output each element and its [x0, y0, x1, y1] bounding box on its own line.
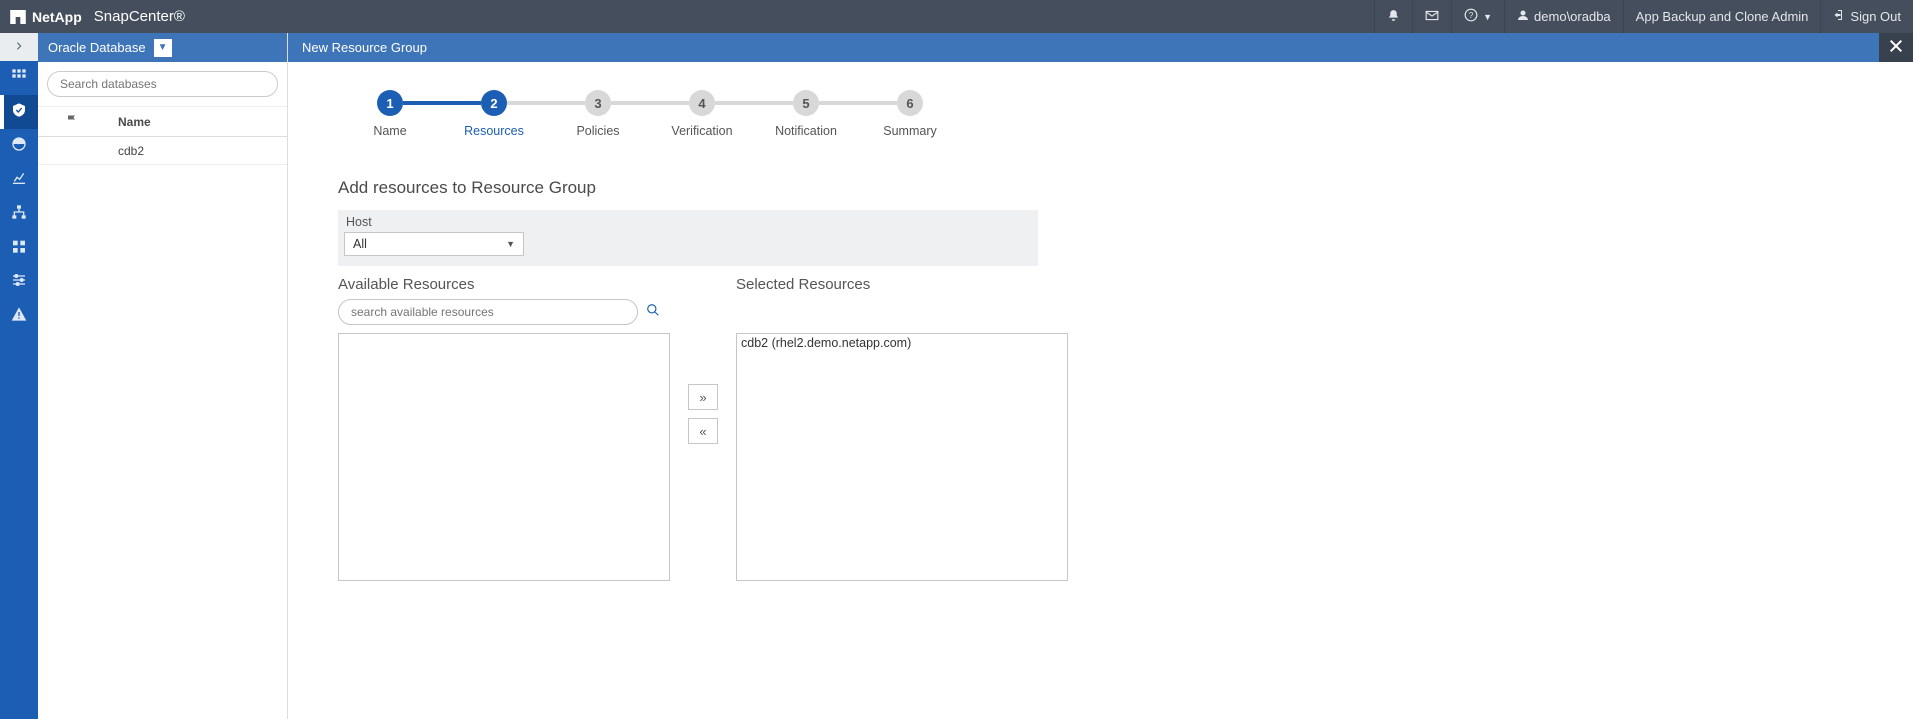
section-title: Add resources to Resource Group — [338, 178, 1863, 198]
step-number: 6 — [897, 90, 923, 116]
host-selected-value: All — [353, 237, 367, 251]
host-filter-bar: Host All ▼ — [338, 210, 1038, 266]
help-icon: ? — [1464, 8, 1478, 25]
wizard-step-notification[interactable]: 5 Notification — [754, 90, 858, 138]
notifications-button[interactable] — [1374, 0, 1412, 33]
product-name: SnapCenter® — [94, 8, 185, 25]
host-select[interactable]: All ▼ — [344, 232, 524, 256]
step-label: Name — [373, 124, 406, 138]
wizard-step-policies[interactable]: 3 Policies — [546, 90, 650, 138]
role-label: App Backup and Clone Admin — [1636, 9, 1809, 24]
sign-out-icon — [1833, 9, 1845, 24]
selected-listbox[interactable]: cdb2 (rhel2.demo.netapp.com) — [736, 333, 1068, 581]
role-label-area[interactable]: App Backup and Clone Admin — [1623, 0, 1821, 33]
content-title: New Resource Group — [302, 40, 427, 55]
sliders-icon — [11, 272, 27, 293]
resource-side-panel: Oracle Database ▼ Name cdb2 — [38, 33, 288, 719]
storage-icon — [11, 238, 27, 259]
step-number: 3 — [585, 90, 611, 116]
wizard-step-resources[interactable]: 2 Resources — [442, 90, 546, 138]
svg-text:?: ? — [1469, 11, 1474, 20]
step-number: 2 — [481, 90, 507, 116]
rail-storage[interactable] — [0, 231, 38, 265]
bell-icon — [1387, 9, 1400, 25]
step-label: Verification — [671, 124, 732, 138]
mail-icon — [1425, 9, 1439, 24]
available-search-input[interactable] — [338, 299, 638, 325]
step-number: 5 — [793, 90, 819, 116]
available-listbox[interactable] — [338, 333, 670, 581]
warning-icon — [11, 306, 27, 327]
wizard-steps: 1 Name 2 Resources 3 Policies 4 Verifica… — [338, 90, 1863, 138]
rail-expand-button[interactable] — [0, 33, 38, 61]
sort-icon[interactable] — [48, 114, 60, 129]
sign-out-label: Sign Out — [1850, 9, 1901, 24]
database-list-header: Name — [38, 107, 287, 137]
grid-icon — [11, 68, 27, 89]
step-label: Summary — [883, 124, 936, 138]
plugin-selector-header: Oracle Database ▼ — [38, 33, 287, 62]
caret-down-icon: ▼ — [1483, 12, 1492, 22]
help-menu[interactable]: ? ▼ — [1451, 0, 1504, 33]
selected-column: Selected Resources cdb2 (rhel2.demo.neta… — [736, 276, 1068, 581]
transfer-buttons: » « — [688, 384, 718, 444]
netapp-logo-icon — [10, 10, 26, 24]
rail-settings[interactable] — [0, 265, 38, 299]
plugin-label: Oracle Database — [48, 40, 146, 55]
move-right-button[interactable]: » — [688, 384, 718, 410]
caret-down-icon: ▼ — [158, 42, 168, 53]
content-header: New Resource Group — [288, 33, 1913, 62]
available-title: Available Resources — [338, 276, 670, 293]
wizard-step-verification[interactable]: 4 Verification — [650, 90, 754, 138]
step-number: 4 — [689, 90, 715, 116]
database-row-name: cdb2 — [106, 144, 144, 158]
app-header: NetApp SnapCenter® ? ▼ demo\oradba App B… — [0, 0, 1913, 33]
chevron-right-icon — [14, 38, 24, 56]
search-icon[interactable] — [646, 303, 660, 322]
move-left-button[interactable]: « — [688, 418, 718, 444]
available-column: Available Resources — [338, 276, 670, 581]
plugin-dropdown-button[interactable]: ▼ — [154, 39, 172, 57]
caret-down-icon: ▼ — [506, 239, 515, 249]
user-icon — [1517, 9, 1529, 24]
name-column-header[interactable]: Name — [106, 115, 151, 129]
rail-resources[interactable] — [0, 95, 38, 129]
shield-check-icon — [11, 102, 27, 123]
rail-dashboard[interactable] — [0, 61, 38, 95]
selected-item[interactable]: cdb2 (rhel2.demo.netapp.com) — [737, 334, 1067, 352]
rail-alerts[interactable] — [0, 299, 38, 333]
database-search-input[interactable] — [47, 71, 278, 97]
step-label: Notification — [775, 124, 837, 138]
close-panel-button[interactable] — [1879, 33, 1913, 62]
brand: NetApp SnapCenter® — [0, 8, 185, 25]
wizard-step-name[interactable]: 1 Name — [338, 90, 442, 138]
step-number: 1 — [377, 90, 403, 116]
step-label: Policies — [576, 124, 619, 138]
chart-icon — [11, 170, 27, 191]
step-label: Resources — [464, 124, 524, 138]
brand-name: NetApp — [32, 9, 82, 25]
user-menu[interactable]: demo\oradba — [1504, 0, 1623, 33]
host-label: Host — [346, 215, 1032, 229]
rail-hosts[interactable] — [0, 197, 38, 231]
dual-listbox: Available Resources » « Selected Resourc… — [338, 276, 1863, 581]
database-search-wrap — [38, 62, 287, 107]
gauge-icon — [11, 136, 27, 157]
rail-reports[interactable] — [0, 163, 38, 197]
messages-button[interactable] — [1412, 0, 1451, 33]
main-content: New Resource Group 1 Name 2 Resources — [288, 33, 1913, 719]
rail-monitor[interactable] — [0, 129, 38, 163]
flag-icon[interactable] — [66, 114, 78, 129]
close-icon — [1888, 38, 1904, 57]
nav-rail — [0, 33, 38, 719]
username-label: demo\oradba — [1534, 9, 1611, 24]
selected-title: Selected Resources — [736, 276, 1068, 293]
wizard-step-summary[interactable]: 6 Summary — [858, 90, 962, 138]
sign-out-button[interactable]: Sign Out — [1820, 0, 1913, 33]
database-row[interactable]: cdb2 — [38, 137, 287, 165]
sitemap-icon — [11, 204, 27, 225]
